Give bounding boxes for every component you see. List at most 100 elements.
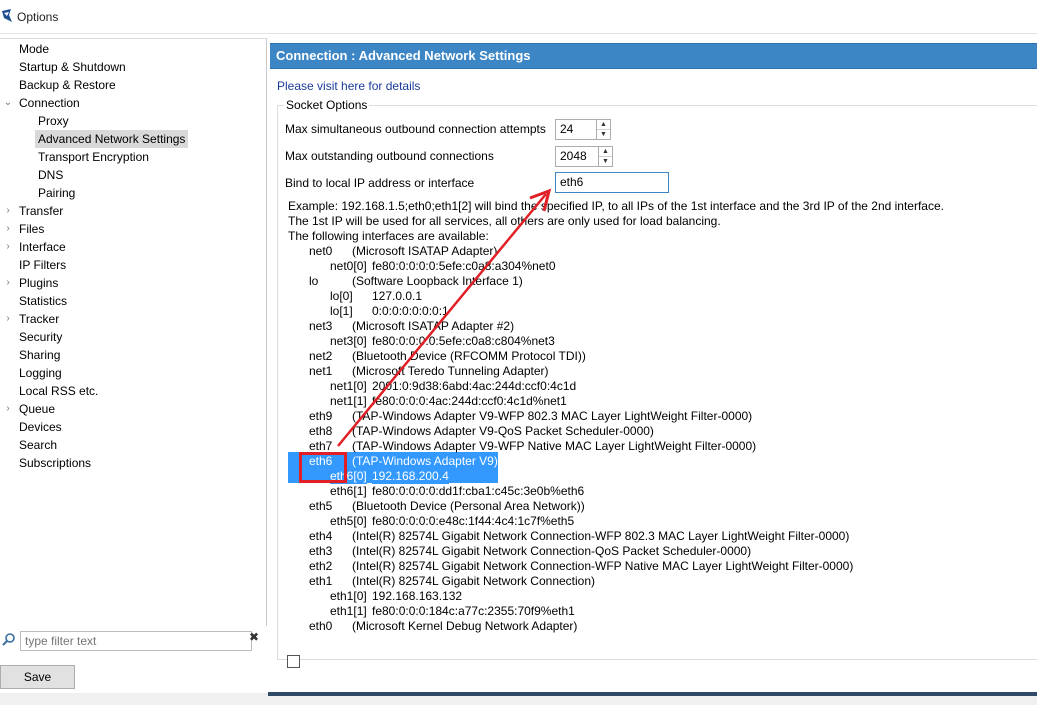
info-detail: 0:0:0:0:0:0:0:1 xyxy=(372,304,449,318)
info-detail: (TAP-Windows Adapter V9-WFP Native MAC L… xyxy=(352,439,757,453)
info-line: The following interfaces are available: xyxy=(288,229,489,243)
info-detail: (Microsoft Kernel Debug Network Adapter) xyxy=(352,619,578,633)
max-attempts-value[interactable]: 24 xyxy=(560,122,573,136)
max-outstanding-value[interactable]: 2048 xyxy=(560,149,587,163)
tree-item[interactable]: Connection xyxy=(19,94,80,112)
info-detail: (Microsoft Teredo Tunneling Adapter) xyxy=(352,364,549,378)
info-detail: fe80:0:0:0:0:dd1f:cba1:c45c:3e0b%eth6 xyxy=(372,484,585,498)
info-detail: (TAP-Windows Adapter V9-QoS Packet Sched… xyxy=(352,424,654,438)
tree-item[interactable]: Proxy xyxy=(38,112,69,130)
info-line: net0 xyxy=(309,244,333,258)
info-line: eth9 xyxy=(309,409,333,423)
info-line: eth4 xyxy=(309,529,333,543)
info-line: net0[0] xyxy=(330,259,367,273)
tree-item[interactable]: Pairing xyxy=(38,184,75,202)
info-detail: fe80:0:0:0:0:e48c:1f44:4c4:1c7f%eth5 xyxy=(372,514,575,528)
info-detail: fe80:0:0:0:0:5efe:c0a8:c804%net3 xyxy=(372,334,555,348)
app-icon xyxy=(2,9,12,22)
info-detail: fe80:0:0:0:4ac:244d:ccf0:4c1d%net1 xyxy=(372,394,567,408)
max-outstanding-label: Max outstanding outbound connections xyxy=(285,149,494,163)
tree-item[interactable]: Files xyxy=(19,220,44,238)
tree-item[interactable]: Advanced Network Settings xyxy=(35,130,189,148)
info-line: net1[0] xyxy=(330,379,367,393)
chevron-right-icon[interactable]: › xyxy=(1,238,15,256)
tree-item[interactable]: DNS xyxy=(38,166,63,184)
clear-filter-icon[interactable]: ✖ xyxy=(249,630,259,644)
info-line: lo[1] xyxy=(330,304,353,318)
filter-input[interactable] xyxy=(20,631,252,651)
info-line: eth8 xyxy=(309,424,333,438)
info-detail: (Microsoft ISATAP Adapter) xyxy=(352,244,498,258)
increment-icon[interactable]: ▲ xyxy=(599,147,612,157)
decrement-icon[interactable]: ▼ xyxy=(597,130,610,139)
chevron-right-icon[interactable]: › xyxy=(1,202,15,220)
tree-item[interactable]: Devices xyxy=(19,418,62,436)
info-detail: (Intel(R) 82574L Gigabit Network Connect… xyxy=(352,529,850,543)
chevron-right-icon[interactable]: › xyxy=(1,400,15,418)
info-detail: fe80:0:0:0:0:5efe:c0a8:a304%net0 xyxy=(372,259,556,273)
spinner-buttons: ▲ ▼ xyxy=(598,147,612,166)
info-detail: (Intel(R) 82574L Gigabit Network Connect… xyxy=(352,574,596,588)
chevron-right-icon[interactable]: › xyxy=(1,310,15,328)
window-title: Options xyxy=(17,10,59,24)
bind-label: Bind to local IP address or interface xyxy=(285,176,475,190)
tree-item[interactable]: Statistics xyxy=(19,292,67,310)
info-line: lo xyxy=(309,274,319,288)
increment-icon[interactable]: ▲ xyxy=(597,120,610,130)
tree-item[interactable]: Security xyxy=(19,328,62,346)
max-attempts-spinner[interactable]: 24 ▲ ▼ xyxy=(555,119,611,140)
tree-item[interactable]: Sharing xyxy=(19,346,60,364)
tree-item[interactable]: Startup & Shutdown xyxy=(19,58,126,76)
tree-item[interactable]: Transport Encryption xyxy=(38,148,149,166)
max-attempts-label: Max simultaneous outbound connection att… xyxy=(285,122,546,136)
info-detail: 2001:0:9d38:6abd:4ac:244d:ccf0:4c1d xyxy=(372,379,577,393)
max-outstanding-spinner[interactable]: 2048 ▲ ▼ xyxy=(555,146,613,167)
bottom-accent-bar xyxy=(268,692,1037,696)
info-line: eth6[1] xyxy=(330,484,367,498)
info-line: eth2 xyxy=(309,559,333,573)
tree-item[interactable]: IP Filters xyxy=(19,256,66,274)
info-line: net1[1] xyxy=(330,394,367,408)
info-detail: 192.168.163.132 xyxy=(372,589,463,603)
info-detail: (Microsoft ISATAP Adapter #2) xyxy=(352,319,515,333)
info-detail: 127.0.0.1 xyxy=(372,289,423,303)
panel-title: Connection : Advanced Network Settings xyxy=(276,48,531,63)
group-title: Socket Options xyxy=(284,98,370,112)
info-detail: 192.168.200.4 xyxy=(372,469,449,484)
info-line: The 1st IP will be used for all services… xyxy=(288,214,721,228)
tree-item[interactable]: Backup & Restore xyxy=(19,76,116,94)
tree-item[interactable]: Local RSS etc. xyxy=(19,382,98,400)
tree-item[interactable]: Mode xyxy=(19,40,49,58)
info-line: Example: 192.168.1.5;eth0;eth1[2] will b… xyxy=(288,199,944,213)
info-line: net3[0] xyxy=(330,334,367,348)
tree-item[interactable]: Queue xyxy=(19,400,55,418)
tree-item[interactable]: Subscriptions xyxy=(19,454,91,472)
info-detail: (Intel(R) 82574L Gigabit Network Connect… xyxy=(352,559,854,573)
save-button[interactable]: Save xyxy=(0,665,75,689)
chevron-right-icon[interactable]: › xyxy=(1,274,15,292)
info-line: eth5[0] xyxy=(330,514,367,528)
info-line: eth0 xyxy=(309,619,333,633)
decrement-icon[interactable]: ▼ xyxy=(599,157,612,166)
info-line: net2 xyxy=(309,349,333,363)
tree-item[interactable]: Transfer xyxy=(19,202,63,220)
info-detail: (Software Loopback Interface 1) xyxy=(352,274,523,288)
options-tree[interactable]: Mode Startup & Shutdown Backup & Restore ⌄ C… xyxy=(0,38,267,626)
info-line: eth1 xyxy=(309,574,333,588)
tree-item[interactable]: Plugins xyxy=(19,274,58,292)
info-line: eth1[0] xyxy=(330,589,367,603)
tree-item[interactable]: Search xyxy=(19,436,57,454)
tree-item[interactable]: Tracker xyxy=(19,310,59,328)
details-link[interactable]: Please visit here for details xyxy=(277,79,420,93)
chevron-right-icon[interactable]: › xyxy=(1,220,15,238)
bind-address-input[interactable]: eth6 xyxy=(555,172,669,193)
info-detail: (TAP-Windows Adapter V9) xyxy=(352,454,498,469)
filter-row: ✖ xyxy=(0,625,266,659)
annotation-box xyxy=(299,452,347,483)
tree-item[interactable]: Interface xyxy=(19,238,66,256)
search-icon xyxy=(2,633,15,646)
title-bar: Options xyxy=(0,0,1037,34)
chevron-down-icon[interactable]: ⌄ xyxy=(1,94,15,112)
checkbox[interactable] xyxy=(287,655,300,668)
tree-item[interactable]: Logging xyxy=(19,364,62,382)
